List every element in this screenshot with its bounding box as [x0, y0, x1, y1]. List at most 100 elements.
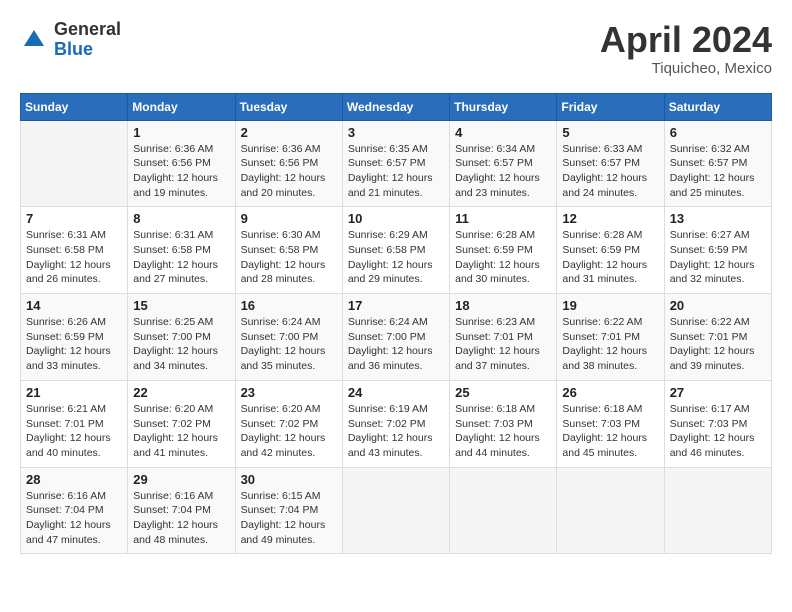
logo-general: General	[54, 20, 121, 40]
calendar-cell: 9 Sunrise: 6:30 AMSunset: 6:58 PMDaylight…	[235, 207, 342, 294]
calendar-cell: 19 Sunrise: 6:22 AMSunset: 7:01 PMDayligh…	[557, 294, 664, 381]
day-number: 13	[670, 211, 766, 226]
day-number: 16	[241, 298, 337, 313]
header-monday: Monday	[128, 93, 235, 120]
calendar-table: SundayMondayTuesdayWednesdayThursdayFrid…	[20, 93, 772, 555]
header-thursday: Thursday	[450, 93, 557, 120]
calendar-cell: 25 Sunrise: 6:18 AMSunset: 7:03 PMDayligh…	[450, 380, 557, 467]
day-number: 30	[241, 472, 337, 487]
calendar-cell: 10 Sunrise: 6:29 AMSunset: 6:58 PMDayligh…	[342, 207, 449, 294]
day-info: Sunrise: 6:36 AMSunset: 6:56 PMDaylight:…	[133, 142, 229, 201]
calendar-cell: 30 Sunrise: 6:15 AMSunset: 7:04 PMDayligh…	[235, 467, 342, 554]
day-number: 12	[562, 211, 658, 226]
page-header: General Blue April 2024 Tiquicheo, Mexic…	[20, 20, 772, 77]
day-number: 28	[26, 472, 122, 487]
title-block: April 2024 Tiquicheo, Mexico	[600, 20, 772, 77]
calendar-cell: 18 Sunrise: 6:23 AMSunset: 7:01 PMDayligh…	[450, 294, 557, 381]
calendar-cell: 24 Sunrise: 6:19 AMSunset: 7:02 PMDayligh…	[342, 380, 449, 467]
calendar-cell: 16 Sunrise: 6:24 AMSunset: 7:00 PMDayligh…	[235, 294, 342, 381]
day-number: 8	[133, 211, 229, 226]
day-info: Sunrise: 6:25 AMSunset: 7:00 PMDaylight:…	[133, 315, 229, 374]
location-subtitle: Tiquicheo, Mexico	[600, 60, 772, 77]
calendar-cell: 11Sunrise: 6:28 AMSunset: 6:59 PMDayligh…	[450, 207, 557, 294]
calendar-cell: 5 Sunrise: 6:33 AMSunset: 6:57 PMDaylight…	[557, 120, 664, 207]
day-info: Sunrise: 6:24 AMSunset: 7:00 PMDaylight:…	[241, 315, 337, 374]
calendar-cell: 14Sunrise: 6:26 AMSunset: 6:59 PMDayligh…	[21, 294, 128, 381]
day-info: Sunrise: 6:23 AMSunset: 7:01 PMDaylight:…	[455, 315, 551, 374]
calendar-cell: 3Sunrise: 6:35 AMSunset: 6:57 PMDaylight…	[342, 120, 449, 207]
header-tuesday: Tuesday	[235, 93, 342, 120]
calendar-cell: 28 Sunrise: 6:16 AMSunset: 7:04 PMDayligh…	[21, 467, 128, 554]
day-number: 25	[455, 385, 551, 400]
day-info: Sunrise: 6:27 AMSunset: 6:59 PMDaylight:…	[670, 228, 766, 287]
day-number: 22	[133, 385, 229, 400]
day-info: Sunrise: 6:33 AMSunset: 6:57 PMDaylight:…	[562, 142, 658, 201]
day-number: 14	[26, 298, 122, 313]
day-number: 11	[455, 211, 551, 226]
logo-blue: Blue	[54, 40, 121, 60]
day-number: 23	[241, 385, 337, 400]
calendar-cell	[342, 467, 449, 554]
calendar-cell	[664, 467, 771, 554]
calendar-cell	[557, 467, 664, 554]
month-title: April 2024	[600, 20, 772, 60]
day-info: Sunrise: 6:29 AMSunset: 6:58 PMDaylight:…	[348, 228, 444, 287]
calendar-week-2: 7Sunrise: 6:31 AMSunset: 6:58 PMDaylight…	[21, 207, 772, 294]
calendar-cell: 8Sunrise: 6:31 AMSunset: 6:58 PMDaylight…	[128, 207, 235, 294]
day-info: Sunrise: 6:28 AMSunset: 6:59 PMDaylight:…	[562, 228, 658, 287]
day-number: 6	[670, 125, 766, 140]
day-number: 15	[133, 298, 229, 313]
day-number: 3	[348, 125, 444, 140]
day-number: 29	[133, 472, 229, 487]
day-number: 20	[670, 298, 766, 313]
day-number: 7	[26, 211, 122, 226]
header-sunday: Sunday	[21, 93, 128, 120]
day-number: 10	[348, 211, 444, 226]
day-info: Sunrise: 6:17 AMSunset: 7:03 PMDaylight:…	[670, 402, 766, 461]
day-number: 17	[348, 298, 444, 313]
day-number: 24	[348, 385, 444, 400]
calendar-cell: 22Sunrise: 6:20 AMSunset: 7:02 PMDayligh…	[128, 380, 235, 467]
day-number: 2	[241, 125, 337, 140]
calendar-cell: 4Sunrise: 6:34 AMSunset: 6:57 PMDaylight…	[450, 120, 557, 207]
day-number: 27	[670, 385, 766, 400]
header-wednesday: Wednesday	[342, 93, 449, 120]
calendar-cell: 12 Sunrise: 6:28 AMSunset: 6:59 PMDayligh…	[557, 207, 664, 294]
calendar-cell: 27 Sunrise: 6:17 AMSunset: 7:03 PMDayligh…	[664, 380, 771, 467]
calendar-week-4: 21Sunrise: 6:21 AMSunset: 7:01 PMDayligh…	[21, 380, 772, 467]
day-info: Sunrise: 6:22 AMSunset: 7:01 PMDaylight:…	[562, 315, 658, 374]
day-info: Sunrise: 6:20 AMSunset: 7:02 PMDaylight:…	[241, 402, 337, 461]
calendar-cell: 7Sunrise: 6:31 AMSunset: 6:58 PMDaylight…	[21, 207, 128, 294]
day-number: 19	[562, 298, 658, 313]
day-info: Sunrise: 6:19 AMSunset: 7:02 PMDaylight:…	[348, 402, 444, 461]
day-number: 26	[562, 385, 658, 400]
day-number: 1	[133, 125, 229, 140]
day-info: Sunrise: 6:30 AMSunset: 6:58 PMDaylight:…	[241, 228, 337, 287]
day-info: Sunrise: 6:32 AMSunset: 6:57 PMDaylight:…	[670, 142, 766, 201]
day-info: Sunrise: 6:15 AMSunset: 7:04 PMDaylight:…	[241, 489, 337, 548]
calendar-cell: 20Sunrise: 6:22 AMSunset: 7:01 PMDayligh…	[664, 294, 771, 381]
calendar-cell	[450, 467, 557, 554]
day-info: Sunrise: 6:18 AMSunset: 7:03 PMDaylight:…	[562, 402, 658, 461]
calendar-cell: 13 Sunrise: 6:27 AMSunset: 6:59 PMDayligh…	[664, 207, 771, 294]
day-info: Sunrise: 6:16 AMSunset: 7:04 PMDaylight:…	[26, 489, 122, 548]
day-number: 18	[455, 298, 551, 313]
header-saturday: Saturday	[664, 93, 771, 120]
day-info: Sunrise: 6:34 AMSunset: 6:57 PMDaylight:…	[455, 142, 551, 201]
calendar-cell: 23 Sunrise: 6:20 AMSunset: 7:02 PMDayligh…	[235, 380, 342, 467]
calendar-week-5: 28 Sunrise: 6:16 AMSunset: 7:04 PMDayligh…	[21, 467, 772, 554]
calendar-cell: 2 Sunrise: 6:36 AMSunset: 6:56 PMDaylight…	[235, 120, 342, 207]
header-friday: Friday	[557, 93, 664, 120]
logo-text: General Blue	[54, 20, 121, 60]
calendar-week-3: 14Sunrise: 6:26 AMSunset: 6:59 PMDayligh…	[21, 294, 772, 381]
day-number: 21	[26, 385, 122, 400]
day-number: 9	[241, 211, 337, 226]
calendar-cell: 29Sunrise: 6:16 AMSunset: 7:04 PMDayligh…	[128, 467, 235, 554]
day-info: Sunrise: 6:36 AMSunset: 6:56 PMDaylight:…	[241, 142, 337, 201]
day-info: Sunrise: 6:24 AMSunset: 7:00 PMDaylight:…	[348, 315, 444, 374]
logo-icon	[20, 26, 48, 54]
day-info: Sunrise: 6:18 AMSunset: 7:03 PMDaylight:…	[455, 402, 551, 461]
day-number: 5	[562, 125, 658, 140]
calendar-cell: 15 Sunrise: 6:25 AMSunset: 7:00 PMDayligh…	[128, 294, 235, 381]
calendar-cell: 17 Sunrise: 6:24 AMSunset: 7:00 PMDayligh…	[342, 294, 449, 381]
